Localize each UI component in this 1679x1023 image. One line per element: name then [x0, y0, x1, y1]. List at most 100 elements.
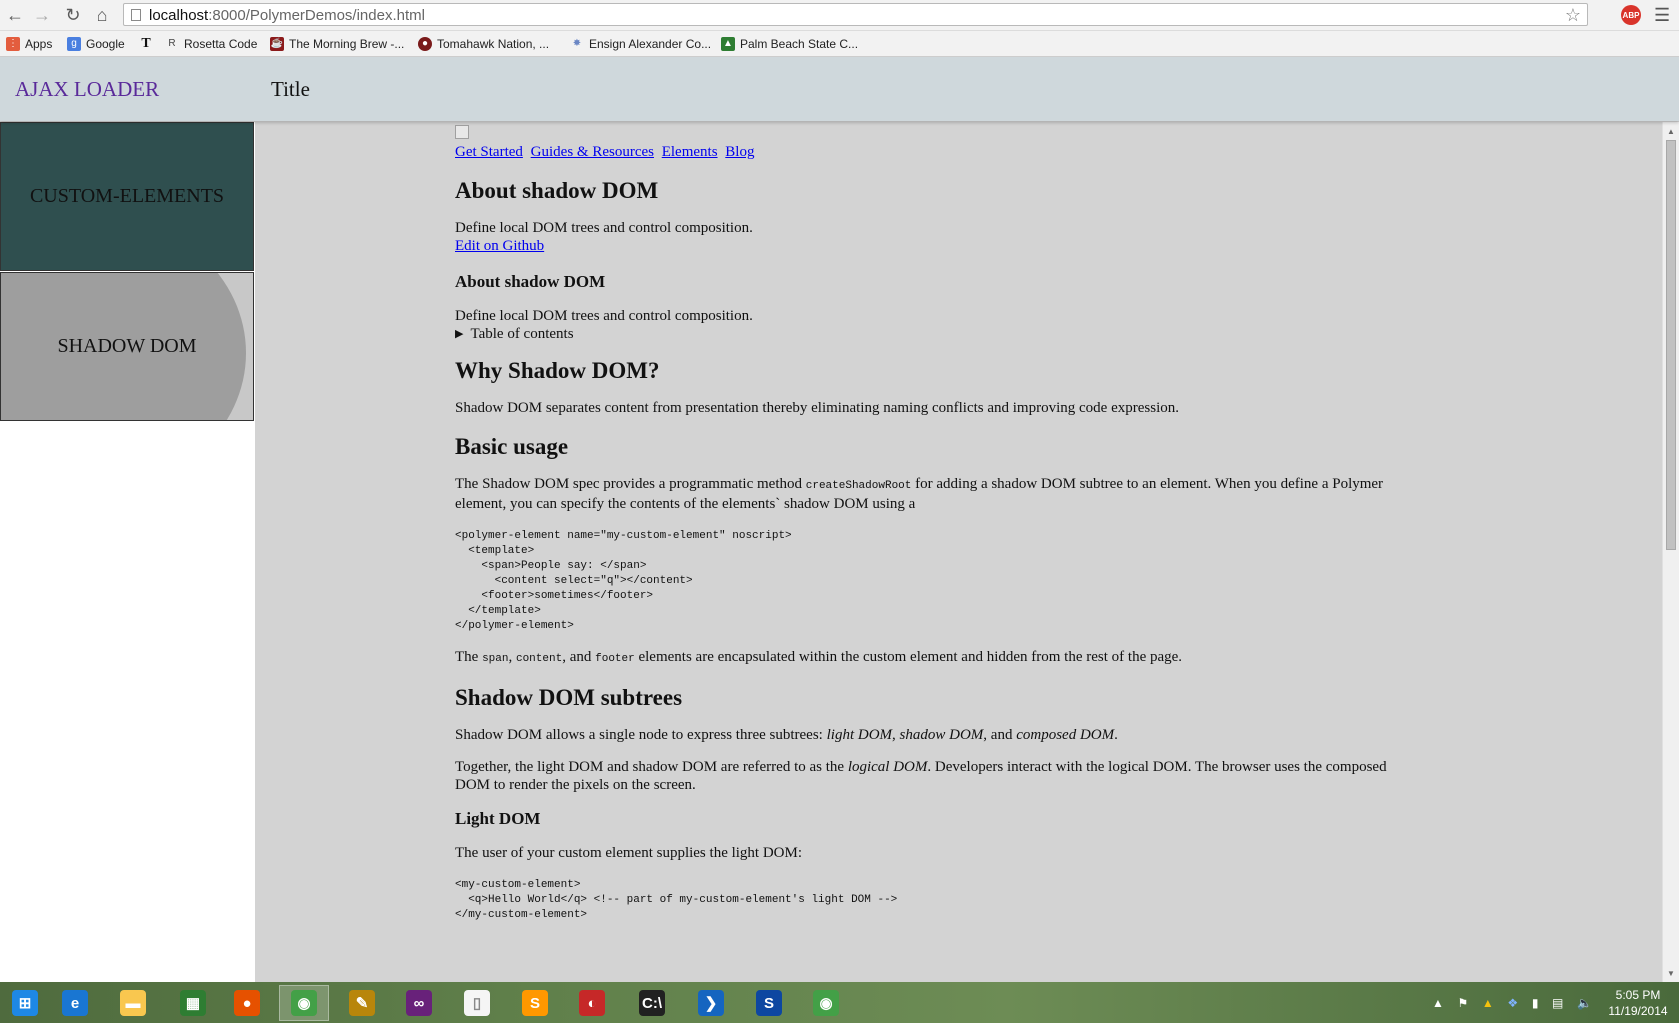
- subheading-about-shadow-dom: About shadow DOM: [455, 272, 606, 291]
- taskbar-button[interactable]: ⊞: [0, 985, 50, 1021]
- nav-link-get-started[interactable]: Get Started: [455, 144, 523, 160]
- side-item-custom-elements[interactable]: CUSTOM-ELEMENTS: [0, 122, 254, 271]
- bookmark-label: The Morning Brew -...: [289, 36, 405, 51]
- nyt-icon: T: [141, 35, 151, 51]
- bookmark-label: Ensign Alexander Co...: [589, 36, 712, 51]
- toc-label: Table of contents: [470, 326, 574, 342]
- bookmark-nyt[interactable]: T: [139, 35, 158, 52]
- taskbar-button[interactable]: S: [744, 985, 794, 1021]
- notepad-icon: ▯: [464, 990, 490, 1016]
- google-drive-icon[interactable]: ▲: [1482, 996, 1494, 1010]
- side-nav: CUSTOM-ELEMENTS SHADOW DOM: [0, 122, 255, 982]
- taskbar-button[interactable]: ✎: [337, 985, 387, 1021]
- taskbar-button[interactable]: S: [510, 985, 560, 1021]
- taskbar-button[interactable]: ●: [222, 985, 272, 1021]
- about-description: Define local DOM trees and control compo…: [455, 220, 753, 236]
- together-text: Together, the light DOM and shadow DOM a…: [455, 758, 1390, 794]
- system-tray: ▲ ⚑ ▲ ❖ ▮ ▤ 🔈: [1432, 982, 1592, 1023]
- bookmark-palm-beach-state[interactable]: ▲ Palm Beach State C...: [721, 35, 858, 52]
- chrome-menu-icon[interactable]: ☰: [1654, 5, 1670, 26]
- edit-on-github-link[interactable]: Edit on Github: [455, 238, 544, 254]
- emphasis: light DOM: [826, 727, 893, 743]
- power-icon[interactable]: ▮: [1532, 996, 1539, 1010]
- dropbox-icon[interactable]: ❖: [1507, 996, 1518, 1010]
- bookmark-label: Tomahawk Nation, ...: [437, 36, 550, 51]
- clock-time: 5:05 PM: [1615, 988, 1661, 1002]
- taskbar-button[interactable]: ◉: [801, 985, 851, 1021]
- bookmark-label: Apps: [25, 36, 53, 51]
- nav-link-blog[interactable]: Blog: [725, 144, 754, 160]
- text-span: Shadow DOM allows a single node to expre…: [455, 727, 823, 743]
- sublime-text-icon: S: [522, 990, 548, 1016]
- bookmark-tomahawk-nation[interactable]: ● Tomahawk Nation, ...: [418, 35, 549, 52]
- text-span: The Shadow DOM spec provides a programma…: [455, 476, 802, 492]
- inline-code: span: [482, 653, 509, 665]
- why-text: Shadow DOM separates content from presen…: [455, 400, 1179, 416]
- bookmark-morning-brew[interactable]: ☕ The Morning Brew -...: [270, 35, 404, 52]
- bookmark-apps[interactable]: ⋮ Apps: [6, 35, 52, 52]
- scroll-up-arrow-icon[interactable]: ▲: [1663, 124, 1679, 138]
- reload-icon[interactable]: ↻: [62, 4, 84, 26]
- bookmark-rosetta-code[interactable]: R Rosetta Code: [165, 35, 257, 52]
- powershell-icon: ❯: [698, 990, 724, 1016]
- taskbar-button[interactable]: ▬: [108, 985, 158, 1021]
- doc-nav: Get Started Guides & Resources Elements …: [455, 143, 1465, 161]
- header-title: Title: [271, 77, 310, 101]
- skype-icon: S: [756, 990, 782, 1016]
- light-dom-text: The user of your custom element supplies…: [455, 845, 803, 861]
- taskbar-button[interactable]: ❯: [686, 985, 736, 1021]
- side-item-label: SHADOW DOM: [57, 335, 197, 357]
- network-icon[interactable]: ▤: [1552, 996, 1563, 1010]
- side-item-shadow-dom[interactable]: SHADOW DOM: [0, 272, 254, 421]
- emphasis: composed DOM: [1016, 727, 1115, 743]
- taskbar-button[interactable]: e: [50, 985, 100, 1021]
- tools-icon: ✎: [349, 990, 375, 1016]
- home-icon[interactable]: ⌂: [91, 4, 113, 26]
- adblock-plus-icon[interactable]: ABP: [1621, 5, 1641, 25]
- taskbar-button[interactable]: ◉: [279, 985, 329, 1021]
- palm-beach-icon: ▲: [721, 36, 735, 51]
- pokeball-icon: ◐: [579, 990, 605, 1016]
- table-of-contents-toggle[interactable]: ▶ Table of contents: [455, 325, 1465, 343]
- firefox-icon: ●: [234, 990, 260, 1016]
- taskbar-button[interactable]: ∞: [394, 985, 444, 1021]
- vertical-scrollbar[interactable]: ▲ ▼: [1662, 122, 1679, 982]
- bookmark-label: Palm Beach State C...: [740, 36, 859, 51]
- file-explorer-icon: ▬: [120, 990, 146, 1016]
- article: Get Started Guides & Resources Elements …: [455, 125, 1465, 923]
- browser-toolbar: ← → ↻ ⌂ localhost:8000/PolymerDemos/inde…: [0, 0, 1679, 31]
- taskbar-button[interactable]: ◐: [567, 985, 617, 1021]
- nav-link-guides[interactable]: Guides & Resources: [531, 144, 654, 160]
- bookmark-star-icon[interactable]: ☆: [1565, 5, 1581, 26]
- code-block-light-dom: <my-custom-element> <q>Hello World</q> <…: [455, 879, 898, 921]
- forward-arrow-icon[interactable]: →: [31, 4, 53, 26]
- system-clock[interactable]: 5:05 PM 11/19/2014: [1598, 987, 1678, 1019]
- bookmark-ensign-alexander[interactable]: ✸ Ensign Alexander Co...: [570, 35, 711, 52]
- text-span: , and: [983, 727, 1013, 743]
- action-center-flag-icon[interactable]: ⚑: [1458, 996, 1469, 1010]
- volume-icon[interactable]: 🔈: [1577, 996, 1592, 1010]
- taskbar-button[interactable]: ▦: [168, 985, 218, 1021]
- heading-why-shadow-dom: Why Shadow DOM?: [455, 358, 660, 383]
- url-text[interactable]: localhost:8000/PolymerDemos/index.html: [149, 7, 425, 24]
- bookmark-google[interactable]: g Google: [67, 35, 125, 52]
- heading-shadow-dom-subtrees: Shadow DOM subtrees: [455, 685, 683, 710]
- scroll-down-arrow-icon[interactable]: ▼: [1663, 966, 1679, 980]
- text-span: The: [455, 649, 479, 665]
- show-hidden-icons-icon[interactable]: ▲: [1432, 996, 1444, 1010]
- app-header: AJAX LOADER Title: [0, 57, 1679, 121]
- address-bar[interactable]: localhost:8000/PolymerDemos/index.html ☆: [123, 3, 1588, 26]
- taskbar-button[interactable]: C:\: [627, 985, 677, 1021]
- emphasis: logical DOM: [847, 759, 928, 775]
- scroll-thumb[interactable]: [1666, 140, 1676, 550]
- text-span: Together, the light DOM and shadow DOM a…: [455, 759, 845, 775]
- google-icon: g: [67, 36, 81, 51]
- app-name[interactable]: AJAX LOADER: [15, 77, 159, 102]
- inline-code: content: [515, 653, 563, 665]
- nav-link-elements[interactable]: Elements: [662, 144, 718, 160]
- heading-about-shadow-dom: About shadow DOM: [455, 178, 659, 203]
- inline-code: footer: [595, 653, 635, 665]
- taskbar-button[interactable]: ▯: [452, 985, 502, 1021]
- visual-studio-icon: ∞: [406, 990, 432, 1016]
- back-arrow-icon[interactable]: ←: [4, 4, 26, 26]
